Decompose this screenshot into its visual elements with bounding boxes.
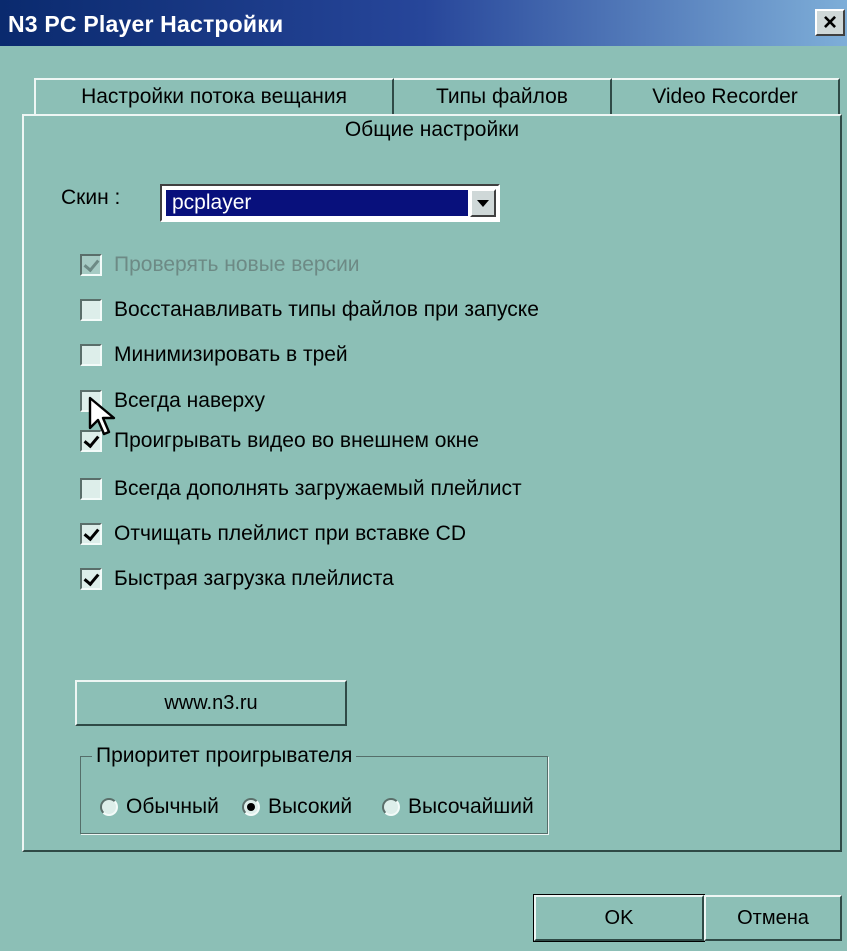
checkbox-label: Проигрывать видео во внешнем окне	[114, 429, 479, 452]
checkbox-label: Всегда наверху	[114, 389, 265, 412]
skin-select[interactable]: pcplayer	[160, 184, 500, 222]
tab-stream-settings[interactable]: Настройки потока вещания	[34, 78, 394, 114]
ok-button[interactable]: OK	[533, 894, 705, 942]
radio[interactable]	[242, 798, 260, 816]
priority-normal[interactable]: Обычный	[100, 792, 219, 822]
website-button[interactable]: www.n3.ru	[75, 680, 347, 726]
checkbox-label: Минимизировать в трей	[114, 343, 348, 366]
checkbox-label: Быстрая загрузка плейлиста	[114, 567, 394, 590]
checkbox-label: Всегда дополнять загружаемый плейлист	[114, 477, 522, 500]
skin-select-value: pcplayer	[166, 190, 468, 216]
option-minimize-to-tray[interactable]: Минимизировать в трей	[80, 340, 348, 370]
tab-label: Video Recorder	[652, 85, 798, 108]
panel-title: Общие настройки	[344, 118, 520, 141]
cancel-button[interactable]: Отмена	[704, 895, 842, 941]
website-button-label: www.n3.ru	[164, 691, 258, 714]
option-clear-playlist-on-cd[interactable]: Отчищать плейлист при вставке CD	[80, 519, 466, 549]
cancel-button-label: Отмена	[737, 906, 809, 929]
radio-label: Высокий	[268, 795, 353, 818]
priority-high[interactable]: Высокий	[242, 792, 352, 822]
settings-dialog: N3 PC Player Настройки × Настройки поток…	[0, 0, 847, 951]
tab-label: Типы файлов	[436, 85, 568, 108]
checkbox[interactable]	[80, 299, 102, 321]
option-fast-playlist-load[interactable]: Быстрая загрузка плейлиста	[80, 564, 394, 594]
radio-label: Высочайший	[408, 795, 534, 818]
skin-select-dropdown-button[interactable]	[470, 189, 496, 217]
close-icon: ×	[822, 8, 837, 36]
window-title: N3 PC Player Настройки	[8, 11, 284, 37]
checkbox-label: Отчищать плейлист при вставке CD	[114, 522, 467, 545]
option-append-playlist[interactable]: Всегда дополнять загружаемый плейлист	[80, 474, 522, 504]
skin-label: Скин :	[61, 186, 121, 209]
checkbox[interactable]	[80, 568, 102, 590]
chevron-down-icon	[477, 199, 489, 207]
radio[interactable]	[100, 798, 118, 816]
tab-file-types[interactable]: Типы файлов	[394, 78, 612, 114]
option-external-video-window[interactable]: Проигрывать видео во внешнем окне	[80, 426, 479, 456]
checkbox-label: Восстанавливать типы файлов при запуске	[114, 298, 539, 321]
tab-label: Настройки потока вещания	[81, 85, 347, 108]
title-bar[interactable]: N3 PC Player Настройки ×	[0, 0, 847, 46]
checkbox[interactable]	[80, 523, 102, 545]
radio-label: Обычный	[126, 795, 219, 818]
priority-highest[interactable]: Высочайший	[382, 792, 534, 822]
checkbox[interactable]	[80, 254, 102, 276]
radio[interactable]	[382, 798, 400, 816]
option-check-new-versions[interactable]: Проверять новые версии	[80, 250, 360, 280]
checkbox[interactable]	[80, 344, 102, 366]
priority-legend: Приоритет проигрывателя	[92, 744, 357, 768]
mouse-pointer-icon	[88, 396, 116, 436]
option-restore-file-types[interactable]: Восстанавливать типы файлов при запуске	[80, 295, 539, 325]
tab-video-recorder[interactable]: Video Recorder	[612, 78, 840, 114]
ok-button-label: OK	[604, 906, 634, 929]
checkbox[interactable]	[80, 478, 102, 500]
close-button[interactable]: ×	[815, 9, 845, 36]
checkbox-label: Проверять новые версии	[114, 253, 360, 276]
